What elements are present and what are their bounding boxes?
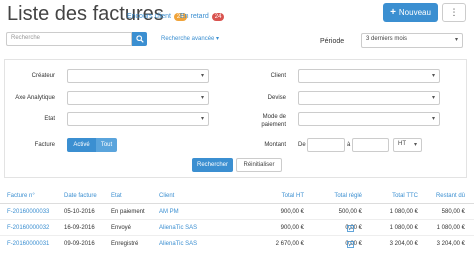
montant-label: Montant <box>264 142 286 148</box>
montant-min-input[interactable] <box>307 138 345 152</box>
facture-tout-toggle[interactable]: Tout <box>96 138 117 152</box>
row-2-total-regle: 0,00 € <box>345 225 362 231</box>
createur-label: Créateur <box>31 73 55 79</box>
mode-paiement-label-line2: paiement <box>261 122 286 128</box>
row-3-total-ht: 2 670,00 € <box>275 241 304 247</box>
row-3-etat: Enregistré <box>111 241 139 247</box>
row-3-date: 09-09-2016 <box>64 241 95 247</box>
row-2-restant-du: 1 080,00 € <box>436 225 465 231</box>
row-divider <box>0 235 474 236</box>
row-divider <box>0 219 474 220</box>
new-invoice-button[interactable]: + Nouveau <box>383 3 438 22</box>
col-restant-du[interactable]: Restant dû <box>425 193 465 199</box>
axe-analytique-label: Axe Analytique <box>15 95 55 101</box>
row-2-invoice-link[interactable]: F-20160000032 <box>7 225 49 231</box>
row-2-client-link[interactable]: AlienaTic SAS <box>159 225 197 231</box>
search-submit-button[interactable]: Rechercher <box>192 158 233 172</box>
row-1-total-regle: 500,00 € <box>338 209 362 215</box>
col-total-ht[interactable]: Total HT <box>272 193 304 199</box>
col-client[interactable]: Client <box>159 193 174 199</box>
col-total-regle[interactable]: Total réglé <box>322 193 362 199</box>
ht-select[interactable]: HT <box>393 138 422 152</box>
periode-label: Période <box>320 38 345 45</box>
header-divider <box>0 203 474 204</box>
plus-icon: + <box>390 6 396 18</box>
devise-label: Devise <box>267 95 286 101</box>
row-3-total-ttc: 3 204,00 € <box>389 241 418 247</box>
search-input[interactable]: Recherche <box>6 32 132 46</box>
search-button[interactable] <box>132 32 147 46</box>
row-1-total-ttc: 1 080,00 € <box>389 209 418 215</box>
en-retard-label: En retard <box>180 13 209 20</box>
row-1-client-link[interactable]: AM PM <box>159 209 179 215</box>
row-1-total-ht: 900,00 € <box>280 209 304 215</box>
mode-paiement-label: Mode de paiement <box>240 113 286 129</box>
advanced-search-label: Recherche avancée <box>161 36 215 42</box>
row-3-restant-du: 3 204,00 € <box>436 241 465 247</box>
devise-select[interactable] <box>298 91 440 105</box>
more-vertical-icon: ⋮ <box>449 7 459 17</box>
row-3-client-link[interactable]: AlienaTic SAS <box>159 241 197 247</box>
row-2-total-ht: 900,00 € <box>280 225 304 231</box>
client-label: Client <box>270 73 286 79</box>
row-1-etat: En paiement <box>111 209 145 215</box>
facture-active-toggle[interactable]: Activé <box>67 138 96 152</box>
etat-select[interactable] <box>67 112 209 126</box>
row-2-payment-button[interactable] <box>346 224 355 232</box>
col-total-ttc[interactable]: Total TTC <box>382 193 418 199</box>
chevron-down-icon: ▾ <box>216 36 220 42</box>
advanced-search-link[interactable]: Recherche avancée ▾ <box>161 35 219 42</box>
search-icon <box>135 35 144 43</box>
en-retard-link[interactable]: En retard 24 <box>180 13 225 21</box>
mode-paiement-select[interactable] <box>298 112 440 126</box>
encours-client-link[interactable]: Encours client 24 <box>127 13 187 21</box>
row-3-total-regle: 0,00 € <box>345 241 362 247</box>
mode-paiement-label-line1: Mode de <box>262 114 286 120</box>
row-3-payment-button[interactable] <box>346 240 355 248</box>
row-2-date: 16-09-2016 <box>64 225 95 231</box>
row-2-total-ttc: 1 080,00 € <box>389 225 418 231</box>
retard-count-badge: 24 <box>211 13 225 21</box>
facture-label: Facture <box>34 142 55 148</box>
more-options-button[interactable]: ⋮ <box>442 3 466 22</box>
edit-icon <box>347 224 354 232</box>
new-button-label: Nouveau <box>398 8 431 17</box>
row-1-date: 05-10-2016 <box>64 209 95 215</box>
edit-icon <box>347 240 354 248</box>
row-1-invoice-link[interactable]: F-20160000033 <box>7 209 49 215</box>
col-date-facture[interactable]: Date facture <box>64 193 97 199</box>
row-2-etat: Envoyé <box>111 225 132 231</box>
createur-select[interactable] <box>67 69 209 83</box>
etat-label: Etat <box>44 116 55 122</box>
montant-a-label: à <box>347 142 351 148</box>
reset-button[interactable]: Réinitialiser <box>236 158 282 172</box>
client-select[interactable] <box>298 69 440 83</box>
montant-max-input[interactable] <box>352 138 389 152</box>
periode-select[interactable]: 3 derniers mois <box>361 33 463 48</box>
row-3-invoice-link[interactable]: F-20160000031 <box>7 241 49 247</box>
encours-client-label: Encours client <box>127 13 171 20</box>
axe-analytique-select[interactable] <box>67 91 209 105</box>
row-1-restant-du: 580,00 € <box>441 209 465 215</box>
col-facture-num[interactable]: Facture n° <box>7 193 35 199</box>
col-etat[interactable]: Etat <box>111 193 122 199</box>
montant-de-label: De <box>298 142 306 148</box>
